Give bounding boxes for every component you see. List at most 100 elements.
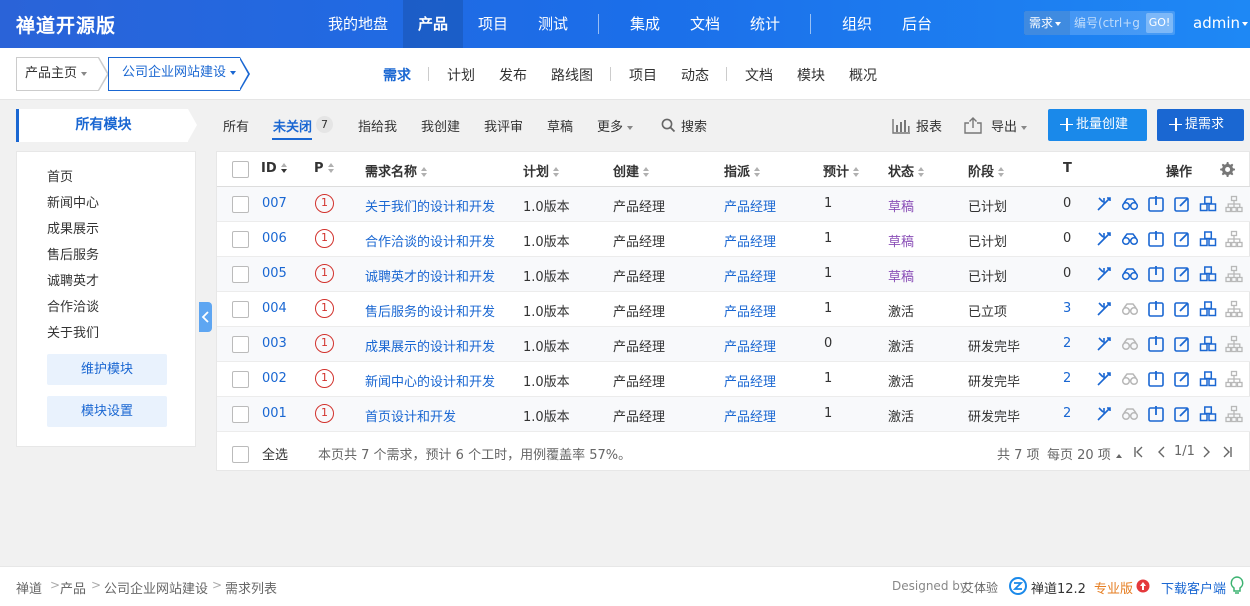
edit-icon[interactable]	[1173, 335, 1191, 353]
filter-assigned-to-me[interactable]: 指给我	[358, 116, 397, 135]
story-id-link[interactable]: 006	[262, 231, 287, 246]
change-story-icon[interactable]	[1095, 335, 1113, 353]
subdivide-icon[interactable]	[1225, 300, 1243, 318]
pager-per-page[interactable]: 每页 20 项	[1047, 444, 1122, 463]
row-checkbox[interactable]	[232, 336, 249, 353]
col-status[interactable]: 状态	[888, 161, 925, 180]
filter-all[interactable]: 所有	[223, 116, 249, 135]
table-row[interactable]: 007 关于我们的设计和开发 1.0版本 产品经理 产品经理 1 草稿 已计划 0 1	[217, 187, 1250, 222]
edit-icon[interactable]	[1173, 230, 1191, 248]
report-button[interactable]: 报表	[892, 116, 942, 135]
brand-logo[interactable]: 禅道开源版	[16, 11, 116, 38]
subdivide-icon[interactable]	[1225, 265, 1243, 283]
tab-dynamic[interactable]: 动态	[681, 65, 709, 85]
story-tasks[interactable]: 3	[1063, 301, 1071, 316]
last-page-icon[interactable]	[1221, 446, 1233, 458]
col-estimate[interactable]: 预计	[823, 161, 860, 180]
select-all-label[interactable]: 全选	[262, 444, 288, 463]
review-icon[interactable]	[1121, 335, 1139, 353]
review-icon[interactable]	[1121, 230, 1139, 248]
download-client-link[interactable]: 下载客户端	[1161, 578, 1226, 597]
create-case-icon[interactable]	[1199, 195, 1217, 213]
story-id-link[interactable]: 004	[262, 301, 287, 316]
row-checkbox[interactable]	[232, 196, 249, 213]
nav-my[interactable]: 我的地盘	[322, 0, 394, 48]
change-story-icon[interactable]	[1095, 230, 1113, 248]
edit-icon[interactable]	[1173, 265, 1191, 283]
tab-view[interactable]: 概况	[849, 65, 877, 85]
subdivide-icon[interactable]	[1225, 195, 1243, 213]
nav-report[interactable]: 统计	[742, 0, 788, 48]
table-row[interactable]: 005 诚聘英才的设计和开发 1.0版本 产品经理 产品经理 1 草稿 已计划 0 1	[217, 257, 1250, 292]
create-case-icon[interactable]	[1199, 405, 1217, 423]
select-all-header-checkbox[interactable]	[232, 161, 249, 178]
nav-test[interactable]: 测试	[530, 0, 576, 48]
review-icon[interactable]	[1121, 265, 1139, 283]
module-settings-button[interactable]: 模块设置	[47, 396, 167, 427]
change-story-icon[interactable]	[1095, 405, 1113, 423]
nav-admin[interactable]: 后台	[894, 0, 940, 48]
filter-created-by-me[interactable]: 我创建	[421, 116, 460, 135]
tab-module[interactable]: 模块	[797, 65, 825, 85]
col-plan[interactable]: 计划	[523, 161, 560, 180]
batch-create-button[interactable]: 批量创建	[1048, 109, 1147, 141]
story-name-link[interactable]: 诚聘英才的设计和开发	[365, 266, 495, 285]
row-checkbox[interactable]	[232, 406, 249, 423]
module-item[interactable]: 新闻中心	[47, 192, 99, 211]
module-item[interactable]: 售后服务	[47, 244, 99, 263]
tab-plan[interactable]: 计划	[447, 65, 475, 85]
close-story-icon[interactable]	[1147, 230, 1165, 248]
search-input[interactable]	[1074, 14, 1140, 32]
close-story-icon[interactable]	[1147, 370, 1165, 388]
edit-icon[interactable]	[1173, 405, 1191, 423]
sidebar-toggle[interactable]	[199, 302, 212, 332]
pro-edition-link[interactable]: 专业版	[1094, 578, 1133, 597]
story-tasks[interactable]: 2	[1063, 371, 1071, 386]
create-case-icon[interactable]	[1199, 265, 1217, 283]
change-story-icon[interactable]	[1095, 370, 1113, 388]
table-row[interactable]: 003 成果展示的设计和开发 1.0版本 产品经理 产品经理 0 激活 研发完毕 2 1	[217, 327, 1250, 362]
footer-crumb-product-name[interactable]: 公司企业网站建设	[104, 578, 208, 597]
next-page-icon[interactable]	[1201, 446, 1211, 458]
story-id-link[interactable]: 001	[262, 406, 287, 421]
row-checkbox[interactable]	[232, 301, 249, 318]
subdivide-icon[interactable]	[1225, 405, 1243, 423]
footer-crumb-product[interactable]: 产品	[60, 578, 86, 597]
nav-ci[interactable]: 集成	[622, 0, 668, 48]
col-priority[interactable]: P	[314, 161, 335, 176]
table-row[interactable]: 001 首页设计和开发 1.0版本 产品经理 产品经理 1 激活 研发完毕 2 1	[217, 397, 1250, 432]
change-story-icon[interactable]	[1095, 300, 1113, 318]
module-item[interactable]: 关于我们	[47, 322, 99, 341]
subdivide-icon[interactable]	[1225, 335, 1243, 353]
first-page-icon[interactable]	[1133, 446, 1145, 458]
nav-company[interactable]: 组织	[834, 0, 880, 48]
row-checkbox[interactable]	[232, 266, 249, 283]
col-creator[interactable]: 创建	[613, 161, 650, 180]
close-story-icon[interactable]	[1147, 195, 1165, 213]
user-menu[interactable]: admin	[1193, 14, 1248, 32]
search-type-dropdown[interactable]: 需求	[1024, 11, 1070, 35]
col-stage[interactable]: 阶段	[968, 161, 1005, 180]
story-tasks[interactable]: 2	[1063, 406, 1071, 421]
review-icon[interactable]	[1121, 405, 1139, 423]
tab-doc[interactable]: 文档	[745, 65, 773, 85]
nav-product[interactable]: 产品	[403, 0, 463, 48]
story-assigned-link[interactable]: 产品经理	[724, 406, 776, 425]
tab-roadmap[interactable]: 路线图	[551, 65, 593, 85]
all-modules-title[interactable]: 所有模块	[16, 109, 188, 142]
prev-page-icon[interactable]	[1157, 446, 1167, 458]
export-dropdown[interactable]: 导出	[963, 116, 1028, 135]
designer-link[interactable]: 艾体验	[962, 579, 998, 596]
tab-release[interactable]: 发布	[499, 65, 527, 85]
col-id[interactable]: ID	[261, 161, 288, 176]
gear-icon[interactable]	[1219, 161, 1236, 178]
edit-icon[interactable]	[1173, 195, 1191, 213]
search-go-button[interactable]: GO!	[1146, 13, 1173, 33]
nav-project[interactable]: 项目	[470, 0, 516, 48]
create-story-button[interactable]: 提需求	[1157, 109, 1244, 141]
close-story-icon[interactable]	[1147, 265, 1165, 283]
product-switcher[interactable]: 公司企业网站建设	[108, 57, 237, 91]
create-case-icon[interactable]	[1199, 335, 1217, 353]
review-icon[interactable]	[1121, 370, 1139, 388]
review-icon[interactable]	[1121, 195, 1139, 213]
